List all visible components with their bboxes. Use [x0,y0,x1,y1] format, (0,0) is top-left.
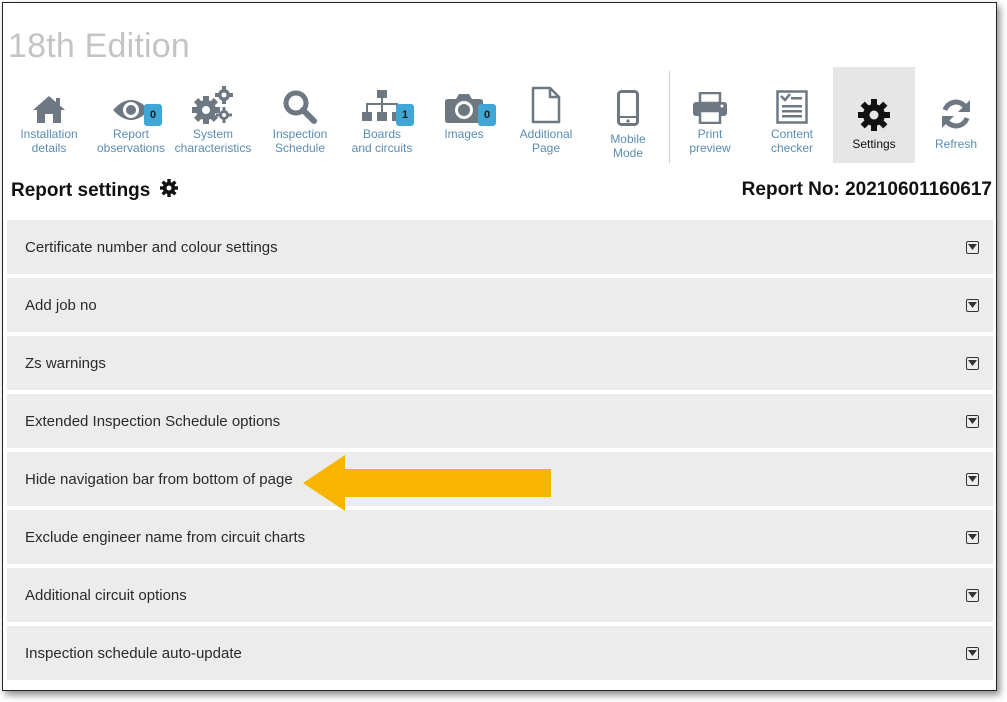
mobile-icon [617,86,639,126]
caret-down-icon[interactable] [966,646,979,660]
images-count-badge: 0 [478,104,496,126]
settings-panels: Certificate number and colour settings A… [7,220,993,684]
panel-add-job-no[interactable]: Add job no [7,278,993,332]
panel-zs-warnings[interactable]: Zs warnings [7,336,993,390]
panel-label: Zs warnings [25,354,106,372]
printer-icon [692,84,728,124]
panel-label: Additional circuit options [25,586,187,604]
toolbar-mobile-mode[interactable]: Mobile Mode [587,67,669,163]
caret-down-icon[interactable] [966,356,979,370]
edition-title: 18th Edition [8,27,190,65]
toolbar-label: Images [444,127,484,141]
toolbar-print-preview[interactable]: Print preview [669,67,751,163]
panel-label: Hide navigation bar from bottom of page [25,470,293,488]
toolbar-refresh[interactable]: Refresh [915,67,996,163]
caret-down-icon[interactable] [966,472,979,486]
gears-icon [192,84,234,124]
gear-icon [858,91,890,131]
toolbar-label: preview [689,141,731,155]
toolbar-additional-page[interactable]: Additional Page [505,67,587,163]
caret-down-icon[interactable] [966,530,979,544]
toolbar-label: Additional [519,127,573,141]
magnifier-icon [283,84,317,124]
caret-down-icon[interactable] [966,298,979,312]
toolbar-label: Refresh [934,137,978,151]
toolbar-boards-and-circuits[interactable]: 1 Boards and circuits [341,67,423,163]
report-number: Report No: 20210601160617 [741,179,992,200]
checklist-icon [776,84,808,124]
camera-icon: 0 [444,84,496,126]
toolbar-label: checker [770,141,814,155]
toolbar-label: Page [531,141,561,155]
toolbar-inspection-schedule[interactable]: Inspection Schedule [259,67,341,163]
panel-label: Extended Inspection Schedule options [25,412,281,430]
toolbar-label: observations [96,141,166,155]
boards-count-badge: 1 [396,104,414,126]
toolbar-label: Schedule [274,141,326,155]
eye-icon: 0 [112,84,162,126]
toolbar-label: Report [112,127,149,141]
toolbar-label: System [192,127,233,141]
panel-extended-inspection-schedule[interactable]: Extended Inspection Schedule options [7,394,993,448]
panel-exclude-engineer-name[interactable]: Exclude engineer name from circuit chart… [7,510,993,564]
panel-label: Inspection schedule auto-update [25,644,242,662]
caret-down-icon[interactable] [966,588,979,602]
toolbar-label: Mode [612,146,643,160]
toolbar: Installation details 0 Report observatio… [3,67,996,163]
panel-label: Certificate number and colour settings [25,238,278,256]
panel-certificate-number-colour[interactable]: Certificate number and colour settings [7,220,993,274]
caret-down-icon[interactable] [966,240,979,254]
toolbar-system-characteristics[interactable]: System characteristics [172,67,254,163]
observations-count-badge: 0 [144,104,162,126]
refresh-icon [939,91,973,131]
panel-additional-circuit-options[interactable]: Additional circuit options [7,568,993,622]
toolbar-content-checker[interactable]: Content checker [751,67,833,163]
toolbar-label: and circuits [351,141,413,155]
home-icon [32,84,66,124]
toolbar-label: characteristics [174,141,252,155]
app-window: 18th Edition Installation details 0 Repo… [2,2,997,691]
page-title: Report settings [11,180,151,201]
sitemap-icon: 1 [362,84,414,126]
toolbar-label: Content [770,127,814,141]
toolbar-installation-details[interactable]: Installation details [8,67,90,163]
panel-label: Add job no [25,296,97,314]
toolbar-label: Settings [852,137,896,151]
toolbar-settings[interactable]: Settings [833,67,915,163]
toolbar-label: Boards [362,127,401,141]
panel-label: Exclude engineer name from circuit chart… [25,528,306,546]
panel-inspection-schedule-auto-update[interactable]: Inspection schedule auto-update [7,626,993,680]
toolbar-report-observations[interactable]: 0 Report observations [90,67,172,163]
highlight-arrow-icon [303,455,551,511]
toolbar-label: Inspection [272,127,328,141]
caret-down-icon[interactable] [966,414,979,428]
toolbar-images[interactable]: 0 Images [423,67,505,163]
page-icon [531,84,561,124]
toolbar-label: Installation [20,127,78,141]
settings-gear-icon [160,179,179,203]
report-settings-heading: Report settings [11,179,179,203]
toolbar-label: Print [697,127,723,141]
toolbar-label: Mobile [610,132,646,146]
toolbar-label: details [31,141,67,155]
